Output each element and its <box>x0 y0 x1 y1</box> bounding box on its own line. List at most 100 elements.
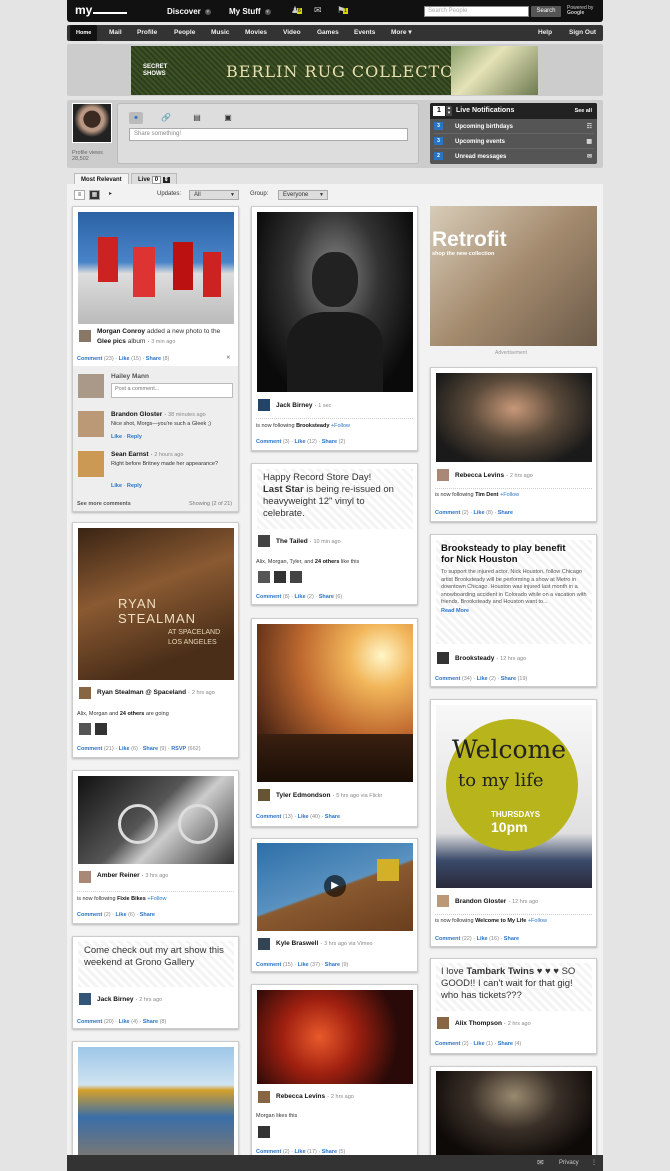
comment-link[interactable]: Comment <box>77 912 102 918</box>
nav-music[interactable]: Music <box>211 25 229 41</box>
avatar[interactable] <box>79 330 91 342</box>
like-link[interactable]: Like <box>298 814 309 820</box>
avatar[interactable] <box>258 1091 270 1103</box>
status-icon[interactable]: ☻ <box>129 112 143 124</box>
more-icon[interactable]: ⋮ <box>591 1155 597 1171</box>
video-thumbnail[interactable]: ▶ <box>257 843 413 931</box>
share-link[interactable]: Share <box>501 676 516 682</box>
nav-video[interactable]: Video <box>283 25 301 41</box>
privacy-link[interactable]: Privacy <box>559 1155 579 1171</box>
read-more-link[interactable]: Read More <box>441 608 587 614</box>
comment-link[interactable]: Comment <box>435 1041 460 1047</box>
avatar[interactable] <box>78 451 104 477</box>
like-link[interactable]: Like <box>295 439 306 445</box>
group-select[interactable]: Everyone <box>278 190 328 200</box>
bike-photo[interactable] <box>78 776 234 864</box>
portrait-photo[interactable] <box>257 212 413 392</box>
video-icon[interactable]: ▣ <box>221 112 235 124</box>
retrofit-ad[interactable]: Retrofit shop the new collection <box>430 206 597 346</box>
share-link[interactable]: Share <box>322 439 337 445</box>
share-link[interactable]: Share <box>146 356 161 362</box>
mystuff-menu[interactable]: My Stuff ▾ <box>229 7 271 16</box>
event-photo[interactable]: RYAN STEALMAN AT SPACELAND LOS ANGELES <box>78 528 234 680</box>
like-link[interactable]: Like <box>295 594 306 600</box>
search-input[interactable]: Search People <box>424 6 529 17</box>
notification-birthdays[interactable]: 3 Upcoming birthdays ☶ <box>434 121 594 134</box>
see-more-comments-link[interactable]: See more comments <box>77 501 131 507</box>
search-button[interactable]: Search <box>531 6 561 17</box>
avatar[interactable] <box>78 411 104 437</box>
glee-photo[interactable] <box>78 212 234 324</box>
like-link[interactable]: Like <box>111 483 122 489</box>
bus-photo[interactable] <box>78 1047 234 1155</box>
share-link[interactable]: Share <box>140 912 155 918</box>
see-all-link[interactable]: See all <box>575 108 592 114</box>
avatar[interactable] <box>72 103 112 143</box>
avatar[interactable] <box>258 399 270 411</box>
follow-button[interactable]: +Follow <box>500 492 519 498</box>
nav-people[interactable]: People <box>174 25 195 41</box>
comment-link[interactable]: Comment <box>435 676 460 682</box>
like-link[interactable]: Like <box>298 962 309 968</box>
nav-movies[interactable]: Movies <box>245 25 267 41</box>
comment-link[interactable]: Comment <box>256 962 281 968</box>
photo-icon[interactable]: ▤ <box>190 112 204 124</box>
list-view-icon[interactable]: ≡ <box>74 190 85 200</box>
link-icon[interactable]: 🔗 <box>159 112 173 124</box>
avatar[interactable] <box>437 652 449 664</box>
share-link[interactable]: Share <box>498 1041 513 1047</box>
comment-link[interactable]: Comment <box>77 1019 102 1025</box>
share-link[interactable]: Share <box>143 1019 158 1025</box>
comment-link[interactable]: Comment <box>256 594 281 600</box>
avatar[interactable] <box>437 895 449 907</box>
avatar[interactable] <box>258 938 270 950</box>
follow-button[interactable]: +Follow <box>528 918 547 924</box>
concert-photo[interactable] <box>257 990 413 1084</box>
share-link[interactable]: Share <box>319 594 334 600</box>
nav-profile[interactable]: Profile <box>137 25 157 41</box>
like-link[interactable]: Like <box>474 1041 485 1047</box>
avatar[interactable] <box>437 1017 449 1029</box>
follow-button[interactable]: +Follow <box>331 423 350 429</box>
close-icon[interactable]: ✕ <box>226 355 231 361</box>
share-link[interactable]: Share <box>143 746 158 752</box>
like-link[interactable]: Like <box>477 676 488 682</box>
nav-games[interactable]: Games <box>317 25 339 41</box>
crowd-photo[interactable] <box>436 1071 592 1155</box>
avatar[interactable] <box>79 993 91 1005</box>
comment-link[interactable]: Comment <box>435 510 460 516</box>
reply-link[interactable]: Reply <box>127 483 142 489</box>
play-icon[interactable]: ▶ <box>324 875 346 897</box>
like-link[interactable]: Like <box>119 1019 130 1025</box>
share-link[interactable]: Share <box>504 936 519 942</box>
comment-link[interactable]: Comment <box>256 439 281 445</box>
avatar[interactable] <box>79 687 91 699</box>
arrows-icon[interactable]: ▴ ▾ <box>446 106 452 116</box>
app-logo[interactable]: my <box>75 3 128 17</box>
like-link[interactable]: Like <box>116 912 127 918</box>
comment-link[interactable]: Comment <box>77 356 102 362</box>
avatar[interactable] <box>258 1126 270 1138</box>
banner-ad[interactable]: SECRET SHOWS BERLIN RUG COLLECTORS <box>131 46 538 95</box>
sunset-photo[interactable] <box>257 624 413 782</box>
share-link[interactable]: Share <box>325 814 340 820</box>
comment-link[interactable]: Comment <box>435 936 460 942</box>
play-icon[interactable]: ▸ <box>105 190 116 200</box>
follow-button[interactable]: +Follow <box>147 896 166 902</box>
avatar[interactable] <box>258 535 270 547</box>
discover-menu[interactable]: Discover ▾ <box>167 7 211 16</box>
welcome-flyer[interactable]: Welcome to my life THURSDAYS 10pm <box>436 705 592 888</box>
avatar[interactable] <box>274 571 286 583</box>
avatar[interactable] <box>258 571 270 583</box>
updates-select[interactable]: All <box>189 190 239 200</box>
notifications-icon[interactable]: ⚑ 1 <box>337 5 349 15</box>
mail-icon[interactable]: ✉ <box>314 5 326 15</box>
avatar[interactable] <box>95 723 107 735</box>
avatar[interactable] <box>437 469 449 481</box>
comment-link[interactable]: Comment <box>77 746 102 752</box>
comment-link[interactable]: Comment <box>256 814 281 820</box>
share-link[interactable]: Share <box>498 510 513 516</box>
avatar[interactable] <box>79 723 91 735</box>
nav-sign-out[interactable]: Sign Out <box>569 25 596 41</box>
chat-icon[interactable]: ✉ <box>537 1155 544 1171</box>
